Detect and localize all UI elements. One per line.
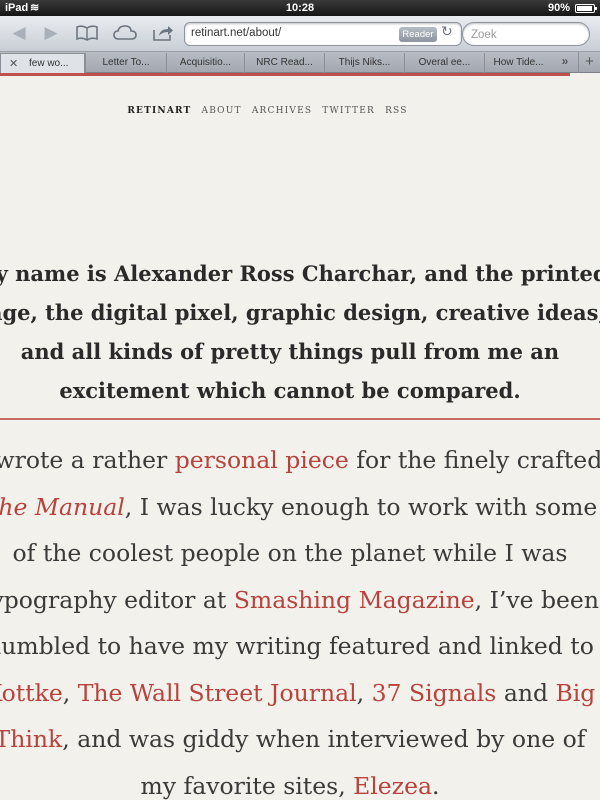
tab-label: NRC Read... — [256, 57, 313, 68]
tab-item[interactable]: Letter To... — [85, 53, 166, 73]
browser-toolbar: ◀ ▶ retinart.net/about/ Reader ↻ — [0, 16, 600, 52]
text-run: my favorite sites, — [140, 771, 354, 800]
personal-piece-link[interactable]: personal piece — [175, 446, 349, 474]
text-run: . — [432, 771, 440, 800]
site-brand-link[interactable]: RETINART — [127, 106, 191, 116]
top-accent-rule — [0, 73, 570, 76]
site-nav: RETINART ABOUT ARCHIVES TWITTER RSS — [0, 106, 535, 116]
paragraph-line: typography editor at Smashing Magazine, … — [0, 577, 600, 624]
paragraph-line: Think, and was giddy when interviewed by… — [0, 716, 600, 763]
the-manual-link[interactable]: The Manual — [0, 493, 125, 521]
kottke-link[interactable]: Kottke — [0, 679, 63, 707]
elezea-link[interactable]: Elezea — [353, 772, 432, 800]
url-bar[interactable]: retinart.net/about/ Reader ↻ — [184, 22, 462, 46]
37-signals-link[interactable]: 37 Signals — [372, 679, 497, 707]
more-tabs-icon[interactable]: » — [552, 54, 578, 68]
paragraph-line: humbled to have my writing featured and … — [0, 632, 594, 660]
text-run: , — [356, 678, 372, 707]
search-input[interactable] — [471, 29, 581, 41]
clock: 10:28 — [285, 2, 315, 14]
big-think-link[interactable]: Think — [0, 725, 62, 753]
intro-line: My name is Alexander Ross Charchar, and … — [0, 261, 600, 286]
tab-item[interactable]: Thijs Niks... — [324, 53, 404, 73]
back-arrow-icon[interactable]: ◀ — [6, 21, 32, 45]
share-icon[interactable] — [150, 21, 176, 45]
text-run: , I was lucky enough to work with some — [124, 492, 598, 521]
tab-active[interactable]: ✕ few wo... — [0, 53, 85, 73]
reader-button[interactable]: Reader — [399, 27, 437, 42]
search-bar[interactable] — [462, 22, 590, 46]
nav-twitter-link[interactable]: TWITTER — [322, 106, 375, 116]
smashing-magazine-link[interactable]: Smashing Magazine — [234, 586, 475, 614]
section-divider — [0, 418, 600, 420]
about-paragraph: I wrote a rather personal piece for the … — [0, 437, 600, 800]
text-run: , — [62, 678, 78, 707]
intro-line: excitement which cannot be compared. — [59, 378, 521, 403]
tab-label: few wo... — [29, 58, 69, 69]
nav-about-link[interactable]: ABOUT — [202, 106, 242, 116]
paragraph-line: Kottke, The Wall Street Journal, 37 Sign… — [0, 670, 600, 717]
cloud-icon[interactable] — [112, 21, 138, 45]
text-run: , and was giddy when interviewed by one … — [62, 725, 586, 753]
wsj-link[interactable]: The Wall Street Journal — [78, 679, 357, 707]
battery-percent: 90% — [547, 2, 570, 14]
tab-item[interactable]: Acquisitio... — [166, 53, 244, 73]
tab-label: How Tide... — [493, 57, 544, 68]
paragraph-line: I wrote a rather personal piece for the … — [0, 437, 600, 484]
reload-icon[interactable]: ↻ — [441, 24, 453, 40]
paragraph-line: The Manual, I was lucky enough to work w… — [0, 484, 600, 531]
intro-heading: My name is Alexander Ross Charchar, and … — [0, 254, 600, 410]
close-icon[interactable]: ✕ — [9, 57, 18, 70]
nav-rss-link[interactable]: RSS — [385, 106, 408, 116]
text-run: typography editor at — [0, 585, 234, 614]
intro-line: page, the digital pixel, graphic design,… — [0, 300, 600, 325]
tab-item[interactable]: How Tide... — [484, 53, 552, 73]
battery-icon — [575, 4, 597, 13]
the-manual-title: The Manual — [0, 492, 125, 521]
url-text[interactable]: retinart.net/about/ — [191, 27, 281, 39]
forward-arrow-icon[interactable]: ▶ — [38, 21, 64, 45]
nav-archives-link[interactable]: ARCHIVES — [252, 106, 312, 116]
tab-label: Overal ee... — [418, 57, 471, 68]
text-run: for the finely crafted — [348, 446, 600, 474]
tab-item[interactable]: Overal ee... — [404, 53, 484, 73]
tab-label: Letter To... — [102, 57, 150, 68]
text-run: , I’ve been — [474, 585, 599, 614]
tab-item[interactable]: NRC Read... — [244, 53, 324, 73]
tab-label: Acquisitio... — [179, 57, 232, 68]
big-think-link[interactable]: Big — [556, 679, 596, 707]
paragraph-line: of the coolest people on the planet whil… — [12, 539, 568, 567]
tab-label: Thijs Niks... — [338, 57, 391, 68]
status-bar: iPad ≋ 10:28 90% — [0, 0, 600, 16]
new-tab-button[interactable]: + — [578, 52, 600, 73]
book-icon[interactable] — [74, 21, 100, 45]
text-run: and — [496, 678, 556, 707]
tab-bar: ✕ few wo... Letter To... Acquisitio... N… — [0, 52, 600, 73]
paragraph-line: my favorite sites, Elezea. — [0, 763, 600, 800]
text-run: I wrote a rather — [0, 446, 168, 474]
intro-line: and all kinds of pretty things pull from… — [20, 339, 560, 364]
